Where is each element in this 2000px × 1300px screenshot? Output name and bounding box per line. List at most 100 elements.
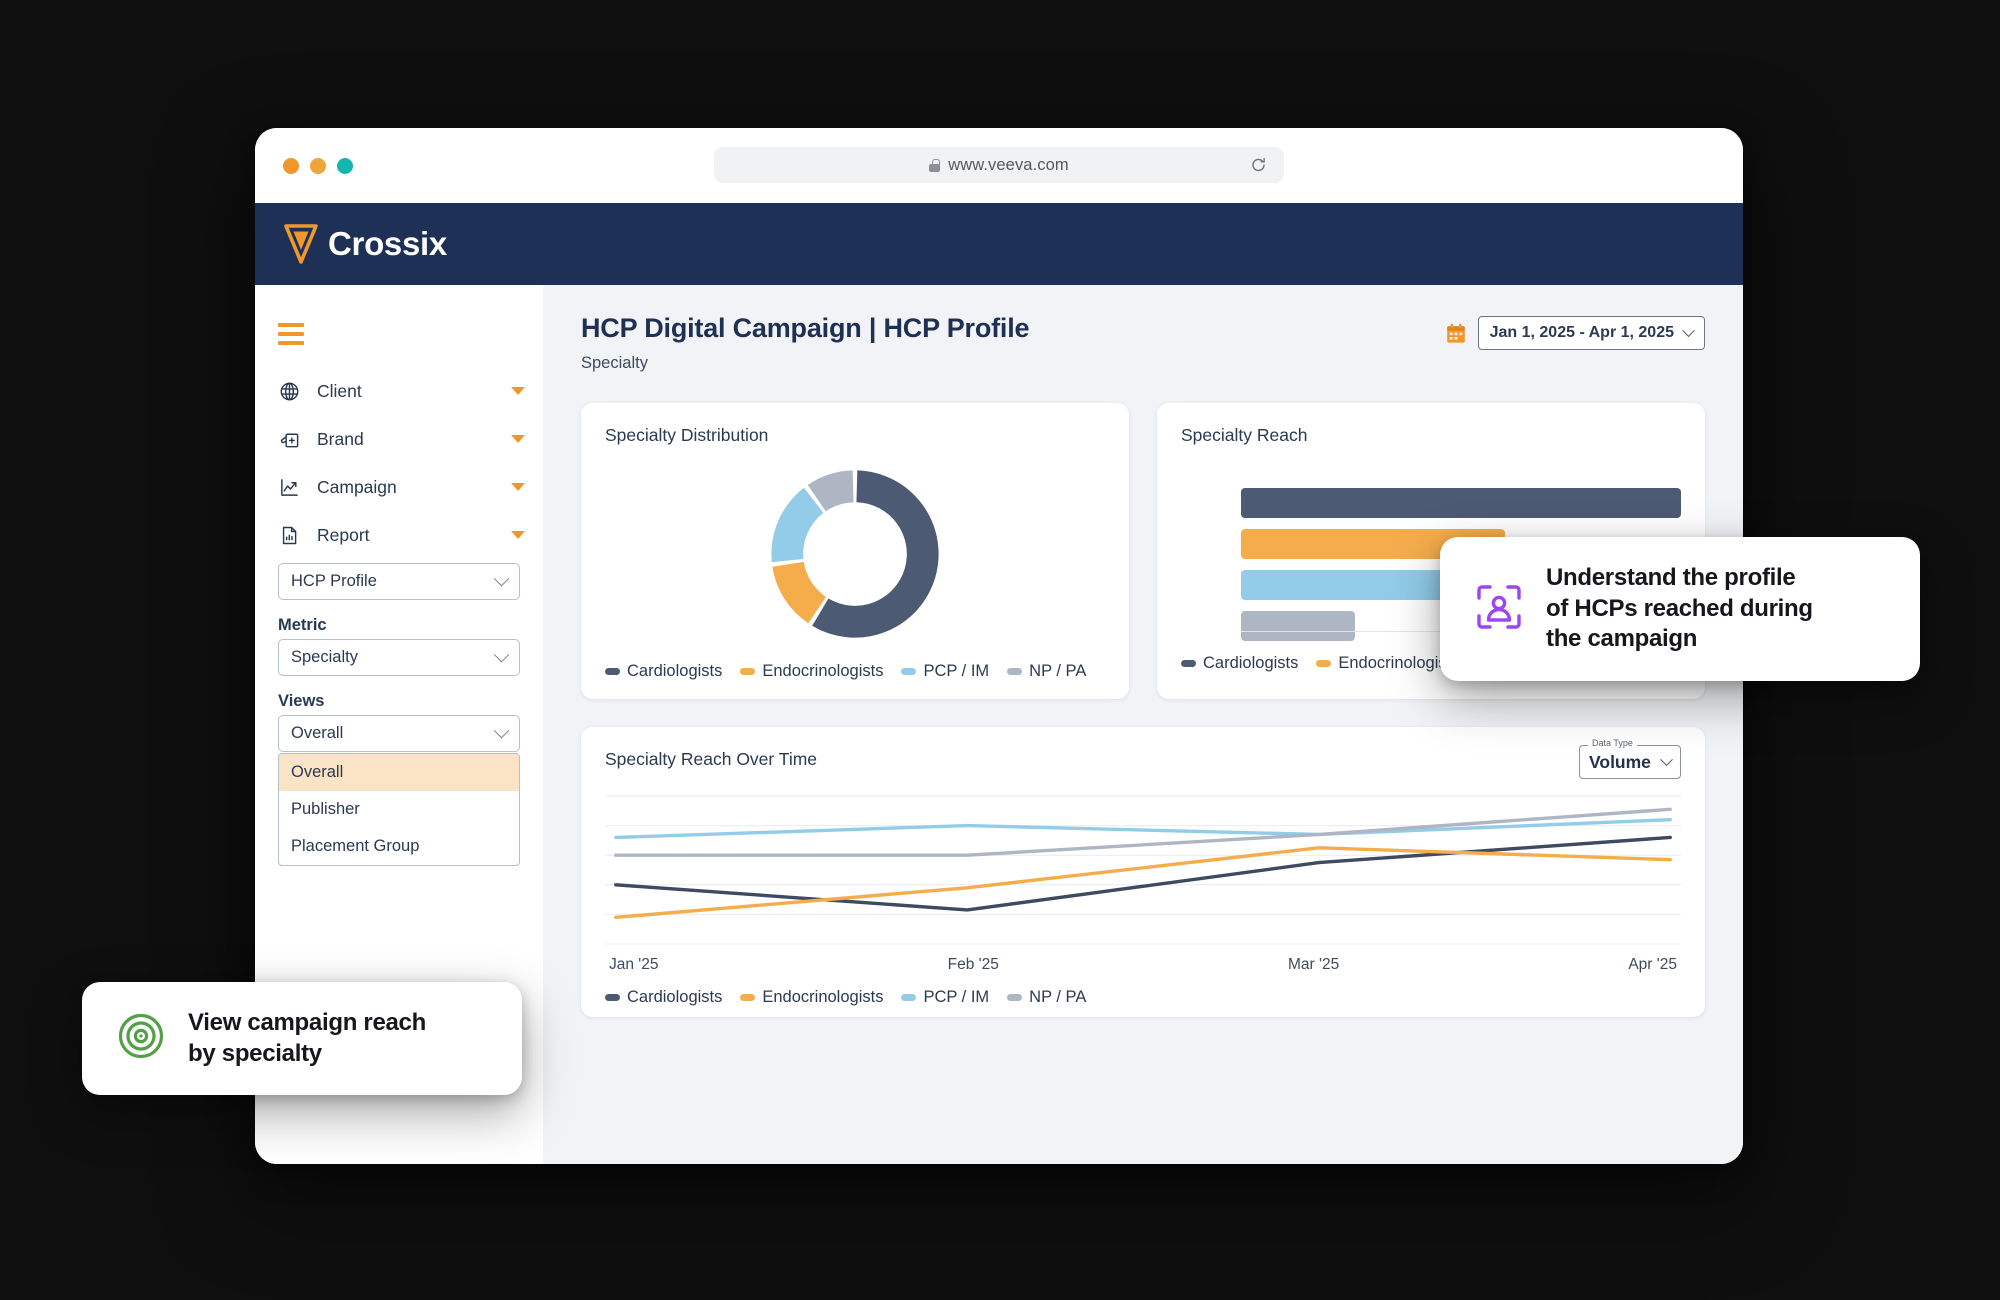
card-title: Specialty Distribution (605, 425, 769, 445)
line-chart (605, 790, 1681, 950)
crossix-logo-icon (283, 223, 319, 265)
chevron-down-icon (493, 570, 510, 587)
legend-item[interactable]: NP / PA (1007, 662, 1086, 681)
legend-item[interactable]: Cardiologists (605, 988, 722, 1007)
legend-label: PCP / IM (923, 662, 990, 680)
line-series-cardiologists[interactable] (616, 837, 1670, 910)
views-dropdown-list[interactable]: Overall Publisher Placement Group (278, 753, 520, 866)
legend-swatch-cardiologists (605, 668, 620, 675)
hcp-profile-scan-icon (1474, 582, 1524, 637)
donut-slice-pcp-im[interactable] (771, 487, 824, 563)
sidebar-nav: Client Brand Campaign Report (255, 367, 543, 559)
report-document-icon (278, 524, 300, 546)
donut-slice-endocrinologists[interactable] (772, 561, 827, 624)
date-range-picker[interactable]: Jan 1, 2025 - Apr 1, 2025 (1477, 316, 1705, 350)
legend-swatch-np-pa (1007, 668, 1023, 675)
main-content: HCP Digital Campaign | HCP Profile Speci… (543, 285, 1743, 1164)
legend-item[interactable]: Cardiologists (605, 662, 722, 681)
data-type-value: Volume (1589, 751, 1651, 772)
metric-select[interactable]: Specialty (278, 639, 520, 676)
bar-row[interactable] (1241, 488, 1681, 518)
views-label: Views (278, 692, 325, 710)
sidebar-item-brand[interactable]: Brand (255, 415, 543, 463)
chevron-down-icon[interactable] (511, 483, 525, 491)
line-chart-svg (605, 790, 1681, 950)
legend-item[interactable]: PCP / IM (901, 662, 989, 681)
x-tick-label: Jan '25 (609, 956, 659, 973)
browser-titlebar: www.veeva.com (255, 128, 1743, 203)
legend-label: NP / PA (1029, 988, 1087, 1006)
sidebar-item-campaign[interactable]: Campaign (255, 463, 543, 511)
legend-swatch-endocrinologists (1316, 660, 1332, 667)
chevron-down-icon[interactable] (511, 387, 525, 395)
maximize-window-button[interactable] (337, 157, 353, 174)
url-text: www.veeva.com (948, 155, 1069, 174)
legend-label: Endocrinologists (762, 662, 884, 680)
page-title-block: HCP Digital Campaign | HCP Profile Speci… (581, 313, 1030, 373)
sidebar-item-label: Campaign (317, 476, 397, 497)
views-select-value: Overall (291, 724, 344, 742)
legend-item[interactable]: Cardiologists (1181, 654, 1298, 673)
chevron-down-icon (1660, 752, 1673, 766)
chevron-down-icon[interactable] (511, 435, 525, 443)
callout-text: View campaign reach by specialty (188, 1009, 426, 1067)
x-tick-label: Apr '25 (1628, 956, 1677, 973)
report-select[interactable]: HCP Profile (278, 563, 520, 600)
report-select-value: HCP Profile (291, 572, 377, 590)
legend-label: Cardiologists (627, 662, 723, 680)
window-controls[interactable] (283, 157, 353, 174)
specialty-distribution-donut (605, 454, 1105, 654)
views-option-publisher[interactable]: Publisher (279, 791, 519, 828)
legend-item[interactable]: PCP / IM (901, 988, 989, 1007)
card-title: Specialty Reach (1181, 425, 1308, 445)
sidebar-item-client[interactable]: Client (255, 367, 543, 415)
lock-icon (929, 158, 941, 172)
reload-icon[interactable] (1250, 157, 1267, 174)
views-option-overall[interactable]: Overall (279, 754, 519, 791)
legend-item[interactable]: NP / PA (1007, 988, 1086, 1007)
chevron-down-icon (493, 646, 510, 663)
page-header: HCP Digital Campaign | HCP Profile Speci… (581, 313, 1705, 373)
legend-item[interactable]: Endocrinologists (1316, 654, 1459, 673)
page-title: HCP Digital Campaign | HCP Profile (581, 313, 1030, 343)
views-option-placement-group[interactable]: Placement Group (279, 828, 519, 865)
legend-swatch-endocrinologists (740, 994, 756, 1001)
chevron-down-icon[interactable] (511, 531, 525, 539)
sidebar-item-label: Report (317, 524, 370, 545)
legend-label: PCP / IM (923, 988, 990, 1006)
brand-name: Crossix (328, 225, 447, 262)
legend-swatch-pcp-im (901, 668, 917, 675)
sidebar-item-report[interactable]: Report (255, 511, 543, 559)
callout-understand-profile: Understand the profile of HCPs reached d… (1440, 537, 1920, 682)
metric-label: Metric (278, 616, 327, 634)
app-header: Crossix (255, 203, 1743, 285)
legend-label: Cardiologists (1203, 654, 1299, 672)
report-field-group: HCP Profile Metric Specialty Views Overa… (255, 563, 543, 752)
legend-swatch-np-pa (1007, 994, 1023, 1001)
callout-view-reach: View campaign reach by specialty (82, 982, 522, 1096)
address-bar[interactable]: www.veeva.com (714, 147, 1284, 183)
line-series-endocrinologists[interactable] (616, 848, 1670, 918)
date-range-control[interactable]: Jan 1, 2025 - Apr 1, 2025 (1446, 316, 1705, 350)
bar-np-pa (1241, 611, 1356, 641)
globe-icon (278, 380, 300, 402)
legend-label: Endocrinologists (762, 988, 884, 1006)
card-title: Specialty Reach Over Time (605, 749, 818, 769)
trending-chart-icon (278, 476, 300, 498)
donut-chart-svg (771, 470, 939, 638)
views-select[interactable]: Overall (278, 715, 520, 752)
legend-item[interactable]: Endocrinologists (740, 988, 883, 1007)
hamburger-menu-icon[interactable] (278, 323, 304, 345)
data-type-label: Data Type (1588, 738, 1637, 748)
bar-cardiologists (1241, 488, 1681, 518)
close-window-button[interactable] (283, 157, 299, 174)
chevron-down-icon (1682, 323, 1695, 337)
distribution-legend: Cardiologists Endocrinologists PCP / IM (605, 662, 1105, 681)
chevron-down-icon (493, 722, 510, 739)
minimize-window-button[interactable] (310, 157, 326, 174)
legend-swatch-cardiologists (605, 994, 620, 1001)
legend-swatch-cardiologists (1181, 660, 1196, 667)
brand-logo[interactable]: Crossix (283, 223, 447, 265)
data-type-select[interactable]: Data Type Volume (1579, 738, 1681, 779)
legend-item[interactable]: Endocrinologists (740, 662, 883, 681)
